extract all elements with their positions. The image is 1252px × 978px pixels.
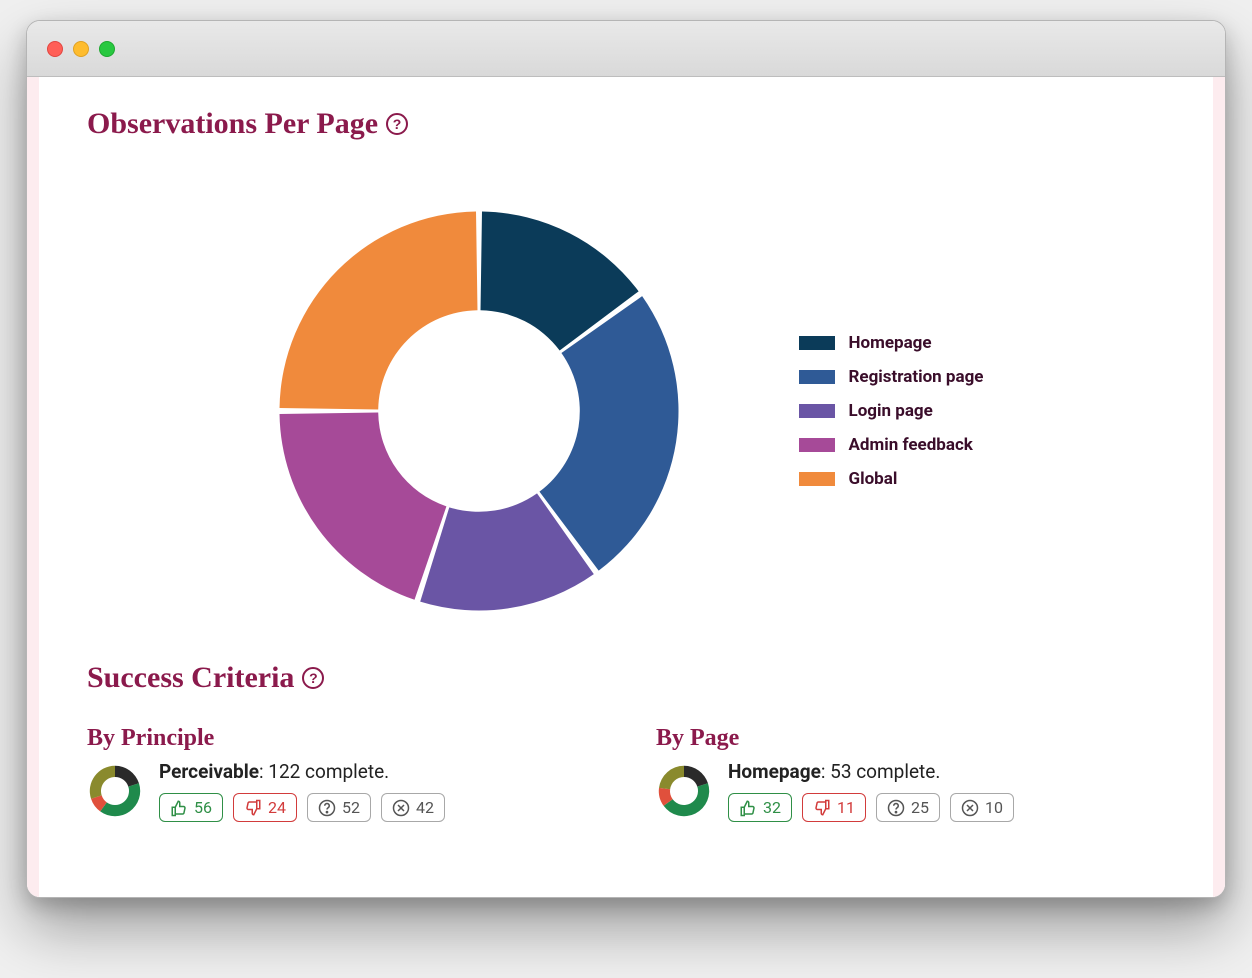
window-titlebar <box>27 21 1225 77</box>
thumbs-up-icon <box>739 799 757 817</box>
review-pill[interactable]: 25 <box>876 793 940 822</box>
chart-legend: Homepage Registration page Login page Admin… <box>799 333 984 489</box>
pass-count: 32 <box>763 798 781 817</box>
page-complete: : 53 complete. <box>821 760 941 783</box>
success-criteria-title-text: Success Criteria <box>87 661 294 695</box>
page-content: Observations Per Page ? Homepage Registra… <box>27 77 1225 897</box>
x-circle-icon <box>392 799 410 817</box>
principle-name: Perceivable <box>159 760 259 783</box>
page-summary-text: Homepage: 53 complete. <box>728 760 1014 783</box>
legend-swatch <box>799 404 835 418</box>
pass-count: 56 <box>194 798 212 817</box>
page-stat-pills: 32 11 25 10 <box>728 793 1014 822</box>
legend-swatch <box>799 472 835 486</box>
help-icon[interactable]: ? <box>386 113 408 135</box>
thumbs-down-icon <box>244 799 262 817</box>
by-principle-title: By Principle <box>87 725 596 752</box>
browser-window: Observations Per Page ? Homepage Registra… <box>26 20 1226 898</box>
by-page-title: By Page <box>656 725 1165 752</box>
page-summary: Homepage: 53 complete. 32 11 <box>656 760 1165 822</box>
observations-title: Observations Per Page ? <box>87 107 1165 141</box>
legend-item[interactable]: Login page <box>799 401 984 421</box>
window-minimize-icon[interactable] <box>73 41 89 57</box>
fail-count: 11 <box>837 798 855 817</box>
thumbs-down-icon <box>813 799 831 817</box>
page-name: Homepage <box>728 760 821 783</box>
fail-pill[interactable]: 11 <box>802 793 866 822</box>
by-principle-column: By Principle Perceivable: 122 complete. … <box>87 705 596 822</box>
donut-slice[interactable] <box>279 413 446 600</box>
help-icon[interactable]: ? <box>302 667 324 689</box>
question-circle-icon <box>887 799 905 817</box>
legend-item[interactable]: Global <box>799 469 984 489</box>
fail-count: 24 <box>268 798 286 817</box>
legend-item[interactable]: Homepage <box>799 333 984 353</box>
criteria-row: By Principle Perceivable: 122 complete. … <box>87 705 1165 822</box>
review-count: 52 <box>342 798 360 817</box>
observations-title-text: Observations Per Page <box>87 107 378 141</box>
principle-complete: : 122 complete. <box>259 760 389 783</box>
by-page-column: By Page Homepage: 53 complete. 32 <box>656 705 1165 822</box>
principle-stat-pills: 56 24 52 42 <box>159 793 445 822</box>
principle-summary-stack: Perceivable: 122 complete. 56 24 <box>159 760 445 822</box>
page-summary-stack: Homepage: 53 complete. 32 11 <box>728 760 1014 822</box>
legend-item[interactable]: Registration page <box>799 367 984 387</box>
mini-donut-icon <box>656 763 712 819</box>
legend-label: Global <box>849 469 898 489</box>
review-pill[interactable]: 52 <box>307 793 371 822</box>
thumbs-up-icon <box>170 799 188 817</box>
principle-summary-text: Perceivable: 122 complete. <box>159 760 445 783</box>
fail-pill[interactable]: 24 <box>233 793 297 822</box>
principle-summary: Perceivable: 122 complete. 56 24 <box>87 760 596 822</box>
window-zoom-icon[interactable] <box>99 41 115 57</box>
donut-chart <box>269 201 689 621</box>
window-close-icon[interactable] <box>47 41 63 57</box>
donut-slice[interactable] <box>279 212 477 410</box>
legend-item[interactable]: Admin feedback <box>799 435 984 455</box>
legend-swatch <box>799 438 835 452</box>
legend-label: Login page <box>849 401 933 421</box>
pass-pill[interactable]: 32 <box>728 793 792 822</box>
review-count: 25 <box>911 798 929 817</box>
legend-label: Admin feedback <box>849 435 973 455</box>
mini-donut-icon <box>87 763 143 819</box>
na-count: 10 <box>985 798 1003 817</box>
observations-chart: Homepage Registration page Login page Admin… <box>87 151 1165 661</box>
legend-label: Homepage <box>849 333 932 353</box>
question-circle-icon <box>318 799 336 817</box>
pass-pill[interactable]: 56 <box>159 793 223 822</box>
legend-swatch <box>799 370 835 384</box>
legend-swatch <box>799 336 835 350</box>
na-count: 42 <box>416 798 434 817</box>
na-pill[interactable]: 42 <box>381 793 445 822</box>
success-criteria-title: Success Criteria ? <box>87 661 1165 695</box>
x-circle-icon <box>961 799 979 817</box>
na-pill[interactable]: 10 <box>950 793 1014 822</box>
legend-label: Registration page <box>849 367 984 387</box>
